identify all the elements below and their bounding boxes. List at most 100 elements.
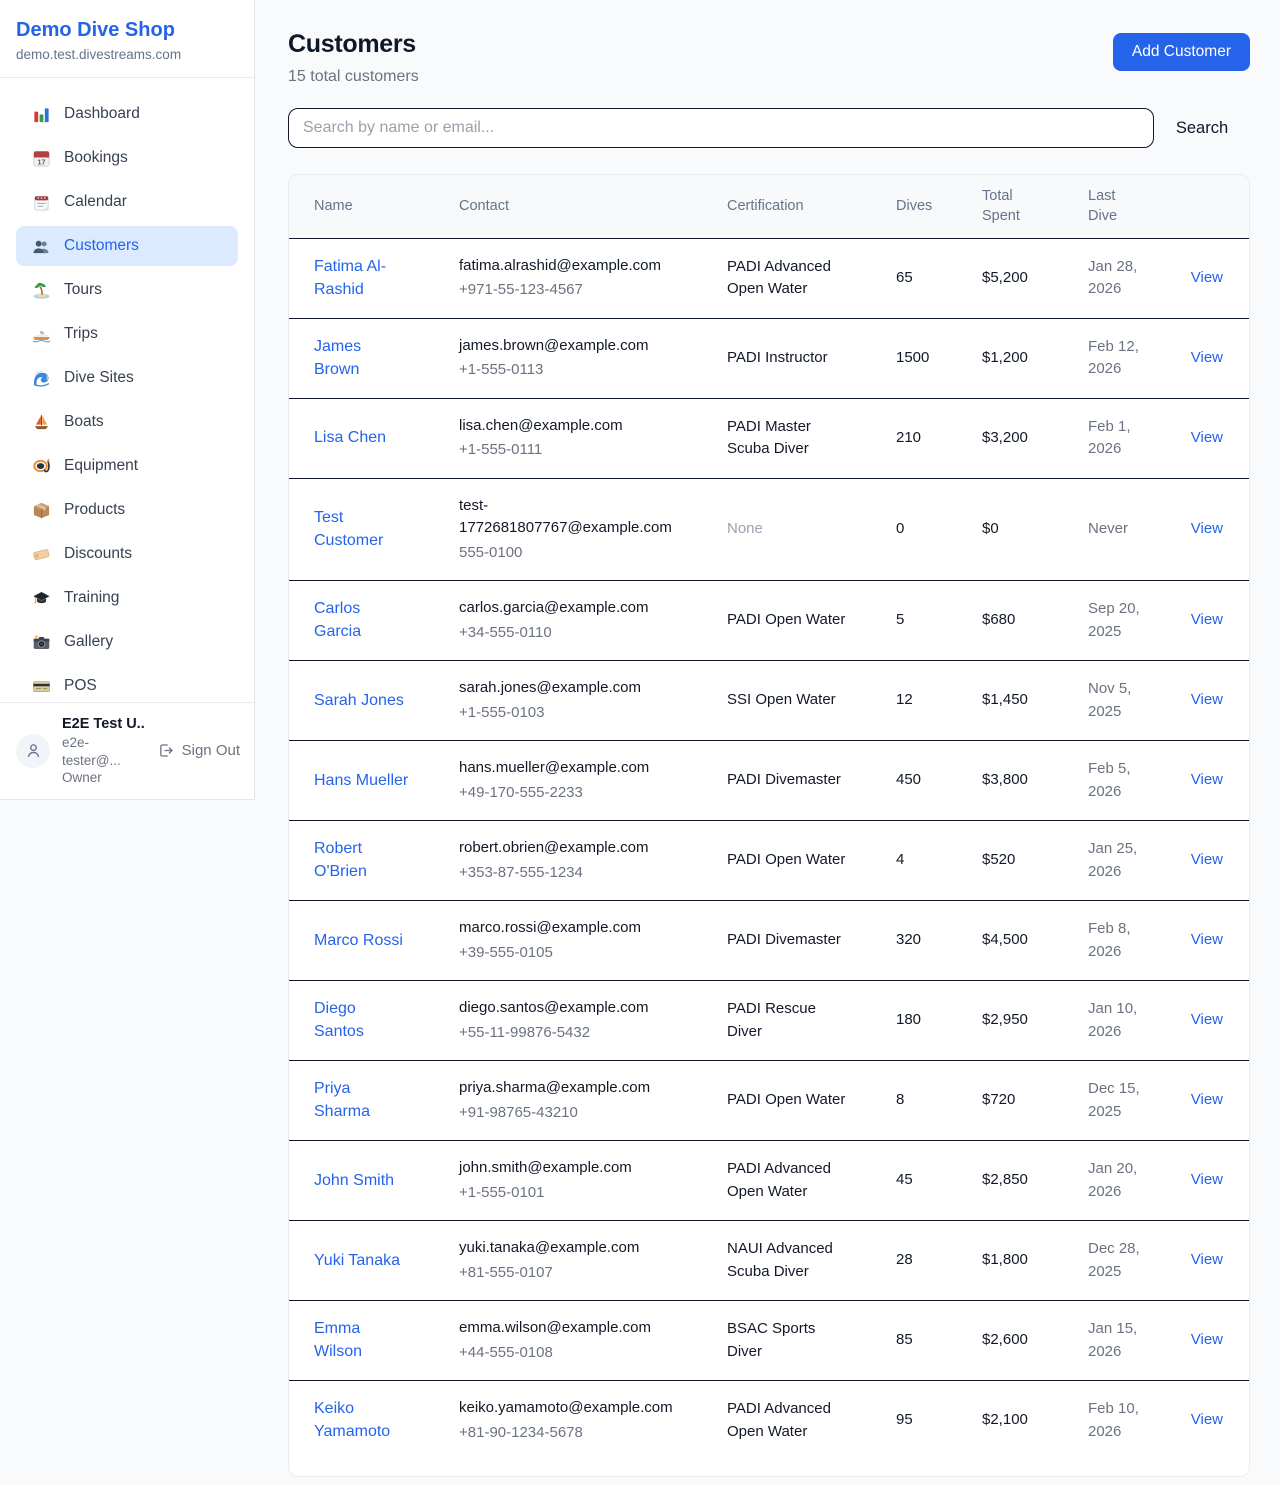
- table-row: John Smithjohn.smith@example.com+1-555-0…: [289, 1141, 1249, 1221]
- view-customer-link[interactable]: View: [1191, 771, 1223, 788]
- customer-last-dive: Feb 12, 2026: [1088, 336, 1148, 381]
- sidebar-item-tours[interactable]: Tours: [16, 270, 238, 310]
- customer-phone: +353-87-555-1234: [459, 862, 698, 885]
- user-role: Owner: [62, 769, 145, 787]
- view-customer-link[interactable]: View: [1191, 1251, 1223, 1268]
- customer-phone: +971-55-123-4567: [459, 279, 698, 302]
- sidebar-item-pos[interactable]: POS: [16, 666, 238, 702]
- customer-total-spent: $2,950: [957, 981, 1063, 1061]
- customer-name-link[interactable]: Marco Rossi: [314, 929, 403, 952]
- shop-name: Demo Dive Shop: [16, 18, 238, 42]
- sidebar-item-gallery[interactable]: Gallery: [16, 622, 238, 662]
- customer-name-link[interactable]: Sarah Jones: [314, 689, 404, 712]
- search-input[interactable]: [288, 108, 1154, 148]
- table-row: Keiko Yamamotokeiko.yamamoto@example.com…: [289, 1381, 1249, 1461]
- customer-dives: 450: [871, 741, 957, 821]
- customer-certification: PADI Divemaster: [727, 929, 841, 952]
- customer-dives: 85: [871, 1301, 957, 1381]
- table-row: Emma Wilsonemma.wilson@example.com+44-55…: [289, 1301, 1249, 1381]
- sidebar-item-dashboard[interactable]: Dashboard: [16, 94, 238, 134]
- customer-name-link[interactable]: Test Customer: [314, 506, 409, 552]
- customer-total-spent: $2,600: [957, 1301, 1063, 1381]
- customer-phone: +44-555-0108: [459, 1342, 698, 1365]
- table-body: Fatima Al-Rashidfatima.alrashid@example.…: [289, 238, 1249, 1460]
- customer-name-link[interactable]: Robert O'Brien: [314, 837, 409, 883]
- customer-email: robert.obrien@example.com: [459, 837, 685, 860]
- sidebar-item-customers[interactable]: Customers: [16, 226, 238, 266]
- customer-dives: 65: [871, 238, 957, 318]
- customer-total-spent: $2,850: [957, 1141, 1063, 1221]
- spiral-calendar-icon: [31, 192, 51, 212]
- view-customer-link[interactable]: View: [1191, 520, 1223, 537]
- sidebar-item-products[interactable]: Products: [16, 490, 238, 530]
- sidebar-item-equipment[interactable]: Equipment: [16, 446, 238, 486]
- view-customer-link[interactable]: View: [1191, 1091, 1223, 1108]
- customer-phone: +81-555-0107: [459, 1262, 698, 1285]
- customer-name-link[interactable]: Yuki Tanaka: [314, 1249, 400, 1272]
- sidebar-item-label: Gallery: [64, 633, 113, 651]
- view-customer-link[interactable]: View: [1191, 851, 1223, 868]
- customer-last-dive: Sep 20, 2025: [1088, 598, 1148, 643]
- search-button[interactable]: Search: [1154, 119, 1250, 138]
- customer-email: marco.rossi@example.com: [459, 917, 685, 940]
- view-customer-link[interactable]: View: [1191, 931, 1223, 948]
- table-row: James Brownjames.brown@example.com+1-555…: [289, 318, 1249, 398]
- people-icon: [31, 236, 51, 256]
- sidebar-item-dive-sites[interactable]: Dive Sites: [16, 358, 238, 398]
- sidebar: Demo Dive Shop demo.test.divestreams.com…: [0, 0, 255, 800]
- brand: Demo Dive Shop demo.test.divestreams.com: [0, 0, 254, 78]
- customer-certification: PADI Divemaster: [727, 769, 841, 792]
- customer-name-link[interactable]: Fatima Al-Rashid: [314, 255, 409, 301]
- sidebar-item-training[interactable]: Training: [16, 578, 238, 618]
- view-customer-link[interactable]: View: [1191, 1011, 1223, 1028]
- customer-last-dive: Feb 10, 2026: [1088, 1398, 1148, 1443]
- customer-phone: +49-170-555-2233: [459, 782, 698, 805]
- customer-name-link[interactable]: Keiko Yamamoto: [314, 1397, 409, 1443]
- customer-name-link[interactable]: James Brown: [314, 335, 409, 381]
- sidebar-item-boats[interactable]: Boats: [16, 402, 238, 442]
- view-customer-link[interactable]: View: [1191, 349, 1223, 366]
- customer-name-link[interactable]: Lisa Chen: [314, 426, 386, 449]
- customer-phone: 555-0100: [459, 542, 698, 565]
- customer-count: 15 total customers: [288, 68, 419, 86]
- customer-certification: BSAC Sports Diver: [727, 1318, 851, 1363]
- sidebar-item-trips[interactable]: Trips: [16, 314, 238, 354]
- customer-name-link[interactable]: Emma Wilson: [314, 1317, 409, 1363]
- customer-total-spent: $4,500: [957, 901, 1063, 981]
- view-customer-link[interactable]: View: [1191, 269, 1223, 286]
- sidebar-item-discounts[interactable]: Discounts: [16, 534, 238, 574]
- customer-name-link[interactable]: John Smith: [314, 1169, 394, 1192]
- credit-card-icon: [31, 676, 51, 696]
- view-customer-link[interactable]: View: [1191, 429, 1223, 446]
- customer-name-link[interactable]: Carlos Garcia: [314, 597, 409, 643]
- customer-name-link[interactable]: Diego Santos: [314, 997, 409, 1043]
- customer-dives: 95: [871, 1381, 957, 1461]
- customer-dives: 0: [871, 478, 957, 581]
- table-row: Yuki Tanakayuki.tanaka@example.com+81-55…: [289, 1221, 1249, 1301]
- sidebar-item-bookings[interactable]: 17Bookings: [16, 138, 238, 178]
- customer-total-spent: $1,450: [957, 661, 1063, 741]
- customer-name-link[interactable]: Hans Mueller: [314, 769, 408, 792]
- customer-email: lisa.chen@example.com: [459, 415, 685, 438]
- customer-last-dive: Feb 1, 2026: [1088, 416, 1148, 461]
- add-customer-button[interactable]: Add Customer: [1113, 33, 1250, 71]
- view-customer-link[interactable]: View: [1191, 611, 1223, 628]
- customer-total-spent: $0: [957, 478, 1063, 581]
- customer-phone: +1-555-0103: [459, 702, 698, 725]
- view-customer-link[interactable]: View: [1191, 1171, 1223, 1188]
- view-customer-link[interactable]: View: [1191, 1411, 1223, 1428]
- customer-dives: 320: [871, 901, 957, 981]
- customer-total-spent: $520: [957, 821, 1063, 901]
- sidebar-item-label: Dashboard: [64, 105, 140, 123]
- sidebar-item-label: Tours: [64, 281, 102, 299]
- sign-out-button[interactable]: Sign Out: [157, 742, 240, 759]
- view-customer-link[interactable]: View: [1191, 1331, 1223, 1348]
- customer-certification: PADI Master Scuba Diver: [727, 416, 851, 461]
- sidebar-item-calendar[interactable]: Calendar: [16, 182, 238, 222]
- table-row: Priya Sharmapriya.sharma@example.com+91-…: [289, 1061, 1249, 1141]
- view-customer-link[interactable]: View: [1191, 691, 1223, 708]
- column-header-certification: Certification: [702, 175, 871, 238]
- customer-dives: 5: [871, 581, 957, 661]
- user-info: E2E Test U... e2e-tester@... Owner: [62, 715, 145, 787]
- customer-name-link[interactable]: Priya Sharma: [314, 1077, 409, 1123]
